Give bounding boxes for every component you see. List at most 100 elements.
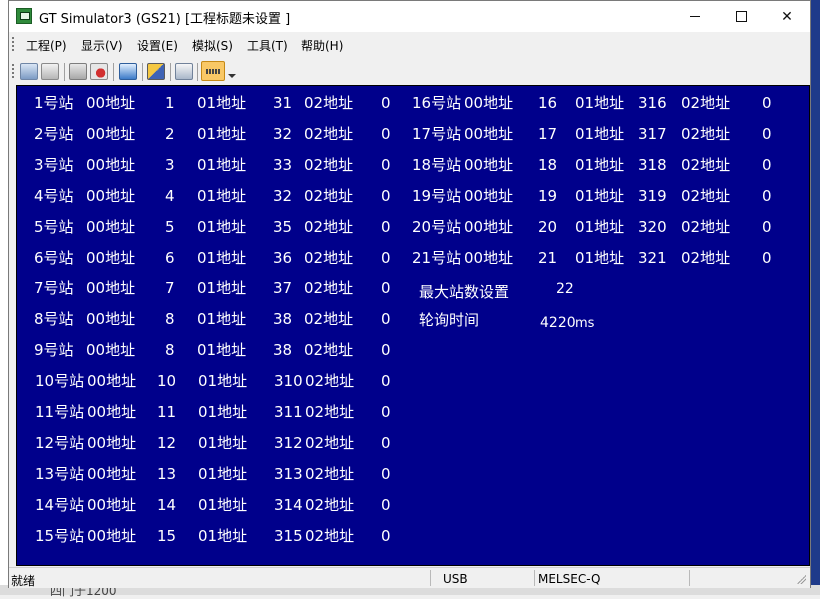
address-01-value[interactable]: 313 xyxy=(274,465,303,483)
address-01-value[interactable]: 32 xyxy=(273,187,292,205)
address-01-value[interactable]: 314 xyxy=(274,496,303,514)
address-00-value[interactable]: 14 xyxy=(157,496,176,514)
address-00-value[interactable]: 8 xyxy=(165,310,175,328)
address-01-value[interactable]: 315 xyxy=(274,527,303,545)
stop-icon[interactable] xyxy=(69,63,87,80)
address-02-value[interactable]: 0 xyxy=(381,372,391,390)
record-icon[interactable] xyxy=(90,63,108,80)
address-01-value[interactable]: 321 xyxy=(638,249,667,267)
menu-settings[interactable]: 设置(E) xyxy=(137,37,178,54)
screen-capture-icon[interactable] xyxy=(175,63,193,80)
address-00-value[interactable]: 4 xyxy=(165,187,175,205)
address-02-value[interactable]: 0 xyxy=(381,218,391,236)
address-01-value[interactable]: 310 xyxy=(274,372,303,390)
address-00-value[interactable]: 19 xyxy=(538,187,557,205)
address-02-value[interactable]: 0 xyxy=(762,187,772,205)
title-bar[interactable]: GT Simulator3 (GS21) [工程标题未设置 ] xyxy=(9,1,810,32)
address-02-label: 02地址 xyxy=(304,279,354,298)
address-02-value[interactable]: 0 xyxy=(381,249,391,267)
address-01-value[interactable]: 31 xyxy=(273,94,292,112)
address-00-value[interactable]: 8 xyxy=(165,341,175,359)
address-02-value[interactable]: 0 xyxy=(762,94,772,112)
address-01-value[interactable]: 37 xyxy=(273,279,292,297)
address-02-value[interactable]: 0 xyxy=(762,218,772,236)
toolbar-overflow-chevron-icon[interactable] xyxy=(228,74,236,78)
address-02-value[interactable]: 0 xyxy=(381,527,391,545)
menu-project[interactable]: 工程(P) xyxy=(26,37,67,54)
address-00-label: 00地址 xyxy=(87,433,137,452)
menu-help[interactable]: 帮助(H) xyxy=(301,37,343,54)
address-01-value[interactable]: 318 xyxy=(638,156,667,174)
address-00-value[interactable]: 12 xyxy=(157,434,176,452)
menu-simulate[interactable]: 模拟(S) xyxy=(192,37,233,54)
address-02-value[interactable]: 0 xyxy=(381,310,391,328)
poll-time-value[interactable]: 4220 xyxy=(540,314,576,332)
address-02-value[interactable]: 0 xyxy=(381,156,391,174)
resize-grip-icon[interactable] xyxy=(796,574,806,584)
address-00-value[interactable]: 15 xyxy=(157,527,176,545)
address-00-value[interactable]: 1 xyxy=(165,94,175,112)
app-icon[interactable] xyxy=(16,8,32,24)
address-02-value[interactable]: 0 xyxy=(381,496,391,514)
address-00-value[interactable]: 3 xyxy=(165,156,175,174)
address-01-value[interactable]: 319 xyxy=(638,187,667,205)
address-01-value[interactable]: 317 xyxy=(638,125,667,143)
address-00-value[interactable]: 20 xyxy=(538,218,557,236)
address-00-value[interactable]: 10 xyxy=(157,372,176,390)
address-01-label: 01地址 xyxy=(197,186,247,205)
address-00-value[interactable]: 6 xyxy=(165,249,175,267)
device-monitor-icon[interactable] xyxy=(119,63,137,80)
station-name: 4号站 xyxy=(34,186,74,205)
address-01-value[interactable]: 320 xyxy=(638,218,667,236)
address-00-value[interactable]: 16 xyxy=(538,94,557,112)
address-02-label: 02地址 xyxy=(304,186,354,205)
station-name: 2号站 xyxy=(34,124,74,143)
address-00-value[interactable]: 5 xyxy=(165,218,175,236)
address-00-value[interactable]: 21 xyxy=(538,249,557,267)
minimize-button[interactable] xyxy=(672,1,718,32)
toolbar-grip-icon[interactable] xyxy=(12,64,14,80)
close-button[interactable] xyxy=(764,1,810,32)
address-02-value[interactable]: 0 xyxy=(381,465,391,483)
address-01-value[interactable]: 312 xyxy=(274,434,303,452)
menu-tools[interactable]: 工具(T) xyxy=(247,37,288,54)
address-00-value[interactable]: 13 xyxy=(157,465,176,483)
address-00-value[interactable]: 7 xyxy=(165,279,175,297)
refresh-icon[interactable] xyxy=(20,63,38,80)
address-01-label: 01地址 xyxy=(575,186,625,205)
address-01-value[interactable]: 36 xyxy=(273,249,292,267)
address-00-value[interactable]: 18 xyxy=(538,156,557,174)
address-02-value[interactable]: 0 xyxy=(381,187,391,205)
address-00-value[interactable]: 11 xyxy=(157,403,176,421)
keyboard-icon[interactable] xyxy=(201,61,225,81)
address-01-value[interactable]: 316 xyxy=(638,94,667,112)
address-02-label: 02地址 xyxy=(305,403,355,421)
menu-grip-icon[interactable] xyxy=(12,37,14,53)
address-01-value[interactable]: 33 xyxy=(273,156,292,174)
address-02-value[interactable]: 0 xyxy=(762,125,772,143)
address-02-value[interactable]: 0 xyxy=(762,249,772,267)
address-02-value[interactable]: 0 xyxy=(381,125,391,143)
address-00-label: 00地址 xyxy=(87,403,137,421)
open-folder-icon[interactable] xyxy=(41,63,59,80)
station-name: 5号站 xyxy=(34,217,74,236)
address-01-value[interactable]: 38 xyxy=(273,310,292,328)
address-01-value[interactable]: 311 xyxy=(274,403,303,421)
start-simulation-icon[interactable] xyxy=(147,63,165,80)
menu-view[interactable]: 显示(V) xyxy=(81,37,123,54)
maximize-button[interactable] xyxy=(718,1,764,32)
address-01-value[interactable]: 35 xyxy=(273,218,292,236)
station-name: 14号站 xyxy=(35,495,85,514)
address-00-value[interactable]: 17 xyxy=(538,125,557,143)
address-00-value[interactable]: 2 xyxy=(165,125,175,143)
address-01-value[interactable]: 38 xyxy=(273,341,292,359)
address-02-value[interactable]: 0 xyxy=(381,94,391,112)
address-02-value[interactable]: 0 xyxy=(381,279,391,297)
address-02-value[interactable]: 0 xyxy=(381,341,391,359)
hmi-display[interactable]: 1号站 00地址 1 01地址 31 02地址 0 2号站 00地址 2 01地址 32 02地址 0 3号… xyxy=(16,85,810,566)
address-02-value[interactable]: 0 xyxy=(762,156,772,174)
max-station-value[interactable]: 22 xyxy=(556,280,574,298)
address-02-value[interactable]: 0 xyxy=(381,434,391,452)
address-02-value[interactable]: 0 xyxy=(381,403,391,421)
address-01-value[interactable]: 32 xyxy=(273,125,292,143)
